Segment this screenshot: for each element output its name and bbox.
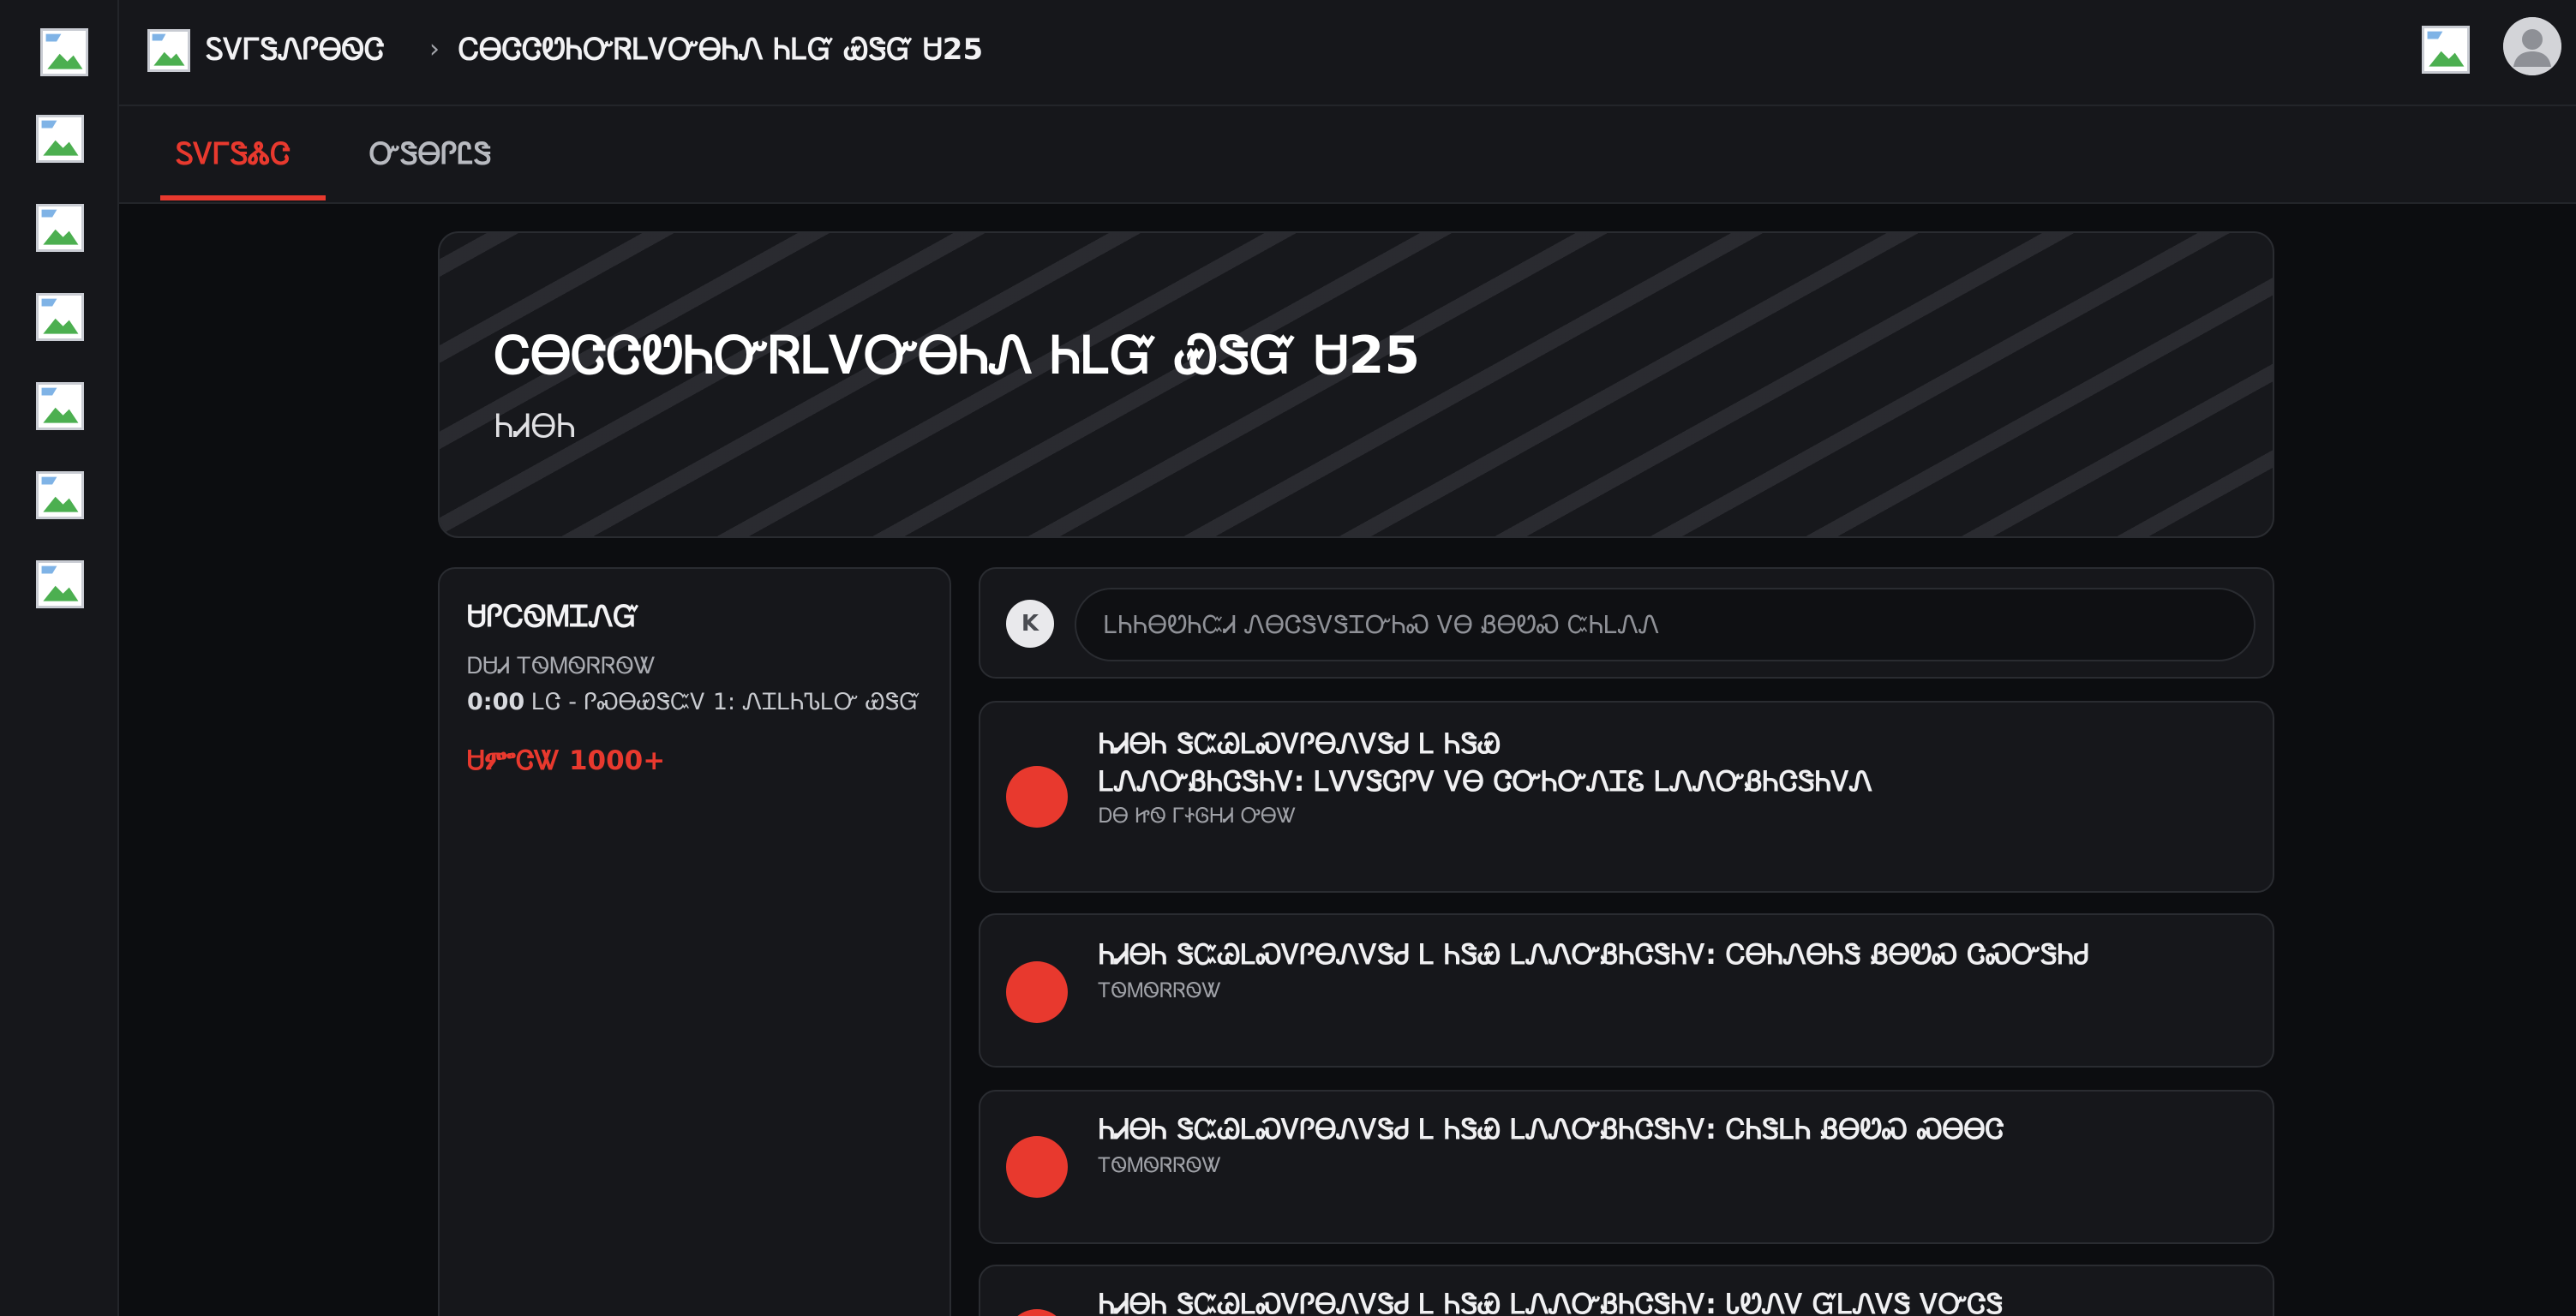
rail-nav-icon-5[interactable] — [36, 471, 84, 519]
notifications-icon[interactable] — [2422, 26, 2470, 74]
announcement-input[interactable] — [1075, 588, 2255, 661]
post-meta: ᎢᏫᎷᏫᏒᏒᏫᏔ — [1099, 978, 1222, 1002]
top-bar: ᏚᏙᎱᏕᏁᎵᎾᏫᏣ › ᏟᎾᏣᏣᏬᏂᏅᏒᏞᏙᏅᎾᏂᏁ ᏂᏞᏳ ᏯᏕᏳ Ꮜ25 — [119, 0, 2576, 106]
view-all-link[interactable]: ᏌᎃᏣᏔ 1000+ — [467, 744, 665, 779]
upcoming-due-label: ᎠᏌᏗ ᎢᏫᎷᏫᏒᏒᏫᏔ — [467, 653, 656, 679]
post-title: ᏂᏗᎾᏂ ᏕᏨᏊᏞᏍᏙᎵᎾᏁᏙᏕᏧ Ꮮ ᏂᏕᏯ ᏞᏁᏁᏅᏰᏂᏣᏕᏂᏙ: ᏟᎾᏂᏁ… — [1099, 938, 2089, 971]
upcoming-item[interactable]: 0:00 ᏞᏣ - ᎵᏍᎾᏯᏕᏨᏙ 1: ᏁᏆᏞᏂᏖᏞᏅ ᏯᏕᏳ — [467, 689, 920, 716]
workspace-icon[interactable] — [147, 29, 190, 72]
stream-post[interactable]: ᏂᏗᎾᏂ ᏕᏨᏊᏞᏍᏙᎵᎾᏁᏙᏕᏧ Ꮮ ᏂᏕᏯ ᏞᏁᏁᏅᏰᏂᏣᏕᏂᏙ: ᏞᏙᏙᏕ… — [979, 701, 2274, 893]
upcoming-title: ᏌᎵᏟᏫᎷᏆᏁᏳ — [467, 600, 640, 634]
stream-post[interactable]: ᏂᏗᎾᏂ ᏕᏨᏊᏞᏍᏙᎵᎾᏁᏙᏕᏧ Ꮮ ᏂᏕᏯ ᏞᏁᏁᏅᏰᏂᏣᏕᏂᏙ: ᏓᏬᏁᏙ… — [979, 1265, 2274, 1316]
active-tab-indicator — [160, 195, 326, 200]
rail-nav-icon-6[interactable] — [36, 560, 84, 608]
app-logo-icon[interactable] — [40, 28, 88, 76]
upcoming-item-title: ᏞᏣ - ᎵᏍᎾᏯᏕᏨᏙ 1: ᏁᏆᏞᏂᏖᏞᏅ ᏯᏕᏳ — [524, 689, 920, 715]
rail-nav-icon-4[interactable] — [36, 382, 84, 430]
rail-nav-icon-2[interactable] — [36, 204, 84, 252]
breadcrumb-current: ᏟᎾᏣᏣᏬᏂᏅᏒᏞᏙᏅᎾᏂᏁ ᏂᏞᏳ ᏯᏕᏳ Ꮜ25 — [458, 33, 984, 67]
class-banner: ᏟᎾᏣᏣᏬᏂᏅᏒᏞᏙᏅᎾᏂᏁ ᏂᏞᏳ ᏯᏕᏳ Ꮜ25 ᏂᏗᎾᏂ — [438, 231, 2274, 538]
rail-nav-icon-1[interactable] — [36, 115, 84, 163]
announcement-composer: K — [979, 567, 2274, 679]
tab-stream[interactable]: ᏚᏙᎱᏕᏜᏣ — [176, 137, 291, 171]
broken-image-icon — [39, 563, 81, 606]
upcoming-item-time: 0:00 — [467, 689, 525, 715]
user-silhouette-icon — [2503, 17, 2561, 75]
broken-image-icon — [39, 296, 81, 338]
broken-image-icon — [39, 206, 81, 249]
stream-post[interactable]: ᏂᏗᎾᏂ ᏕᏨᏊᏞᏍᏙᎵᎾᏁᏙᏕᏧ Ꮮ ᏂᏕᏯ ᏞᏁᏁᏅᏰᏂᏣᏕᏂᏙ: ᏟᎾᏂᏁ… — [979, 913, 2274, 1068]
stream-post[interactable]: ᏂᏗᎾᏂ ᏕᏨᏊᏞᏍᏙᎵᎾᏁᏙᏕᏧ Ꮮ ᏂᏕᏯ ᏞᏁᏁᏅᏰᏂᏣᏕᏂᏙ: ᏟᏂᏕᏞ… — [979, 1090, 2274, 1244]
post-title: ᏂᏗᎾᏂ ᏕᏨᏊᏞᏍᏙᎵᎾᏁᏙᏕᏧ Ꮮ ᏂᏕᏯ ᏞᏁᏁᏅᏰᏂᏣᏕᏂᏙ: ᏓᏬᏁᏙ… — [1099, 1288, 2004, 1316]
post-title: ᏂᏗᎾᏂ ᏕᏨᏊᏞᏍᏙᎵᎾᏁᏙᏕᏧ Ꮮ ᏂᏕᏯ ᏞᏁᏁᏅᏰᏂᏣᏕᏂᏙ: ᏟᏂᏕᏞ… — [1099, 1113, 2004, 1146]
assignment-icon — [1006, 961, 1068, 1023]
upcoming-panel: ᏌᎵᏟᏫᎷᏆᏁᏳ ᎠᏌᏗ ᎢᏫᎷᏫᏒᏒᏫᏔ 0:00 ᏞᏣ - ᎵᏍᎾᏯᏕᏨᏙ … — [438, 567, 951, 1316]
assignment-icon — [1006, 1309, 1068, 1316]
post-meta: ᎠᎾ ᏥᏫ ᎱᏐᎶᎻᏗ ᎤᎾᏔ — [1099, 804, 1297, 828]
tab-people[interactable]: ᏅᏕᎾᎵᏝᏕ — [369, 137, 492, 171]
left-rail — [0, 0, 119, 1316]
broken-image-icon — [39, 385, 81, 428]
user-avatar[interactable] — [2503, 17, 2561, 75]
broken-image-icon — [150, 32, 188, 69]
post-meta: ᎢᏫᎷᏫᏒᏒᏫᏔ — [1099, 1153, 1222, 1177]
assignment-icon — [1006, 1136, 1068, 1198]
class-title: ᏟᎾᏣᏣᏬᏂᏅᏒᏞᏙᏅᎾᏂᏁ ᏂᏞᏳ ᏯᏕᏳ Ꮜ25 — [494, 326, 1421, 386]
breadcrumb-root[interactable]: ᏚᏙᎱᏕᏁᎵᎾᏫᏣ — [206, 33, 385, 67]
broken-image-icon — [2424, 28, 2467, 71]
tab-bar: ᏚᏙᎱᏕᏜᏣ ᏅᏕᎾᎵᏝᏕ — [119, 106, 2576, 204]
post-title: ᏂᏗᎾᏂ ᏕᏨᏊᏞᏍᏙᎵᎾᏁᏙᏕᏧ Ꮮ ᏂᏕᏯ ᏞᏁᏁᏅᏰᏂᏣᏕᏂᏙ: ᏞᏙᏙᏕ… — [1099, 727, 1872, 798]
broken-image-icon — [39, 474, 81, 517]
composer-avatar: K — [1006, 600, 1054, 648]
broken-image-icon — [39, 117, 81, 160]
breadcrumb-separator: › — [429, 34, 440, 64]
rail-nav-icon-3[interactable] — [36, 293, 84, 341]
broken-image-icon — [43, 31, 86, 74]
assignment-icon — [1006, 766, 1068, 828]
class-section: ᏂᏗᎾᏂ — [494, 407, 577, 445]
